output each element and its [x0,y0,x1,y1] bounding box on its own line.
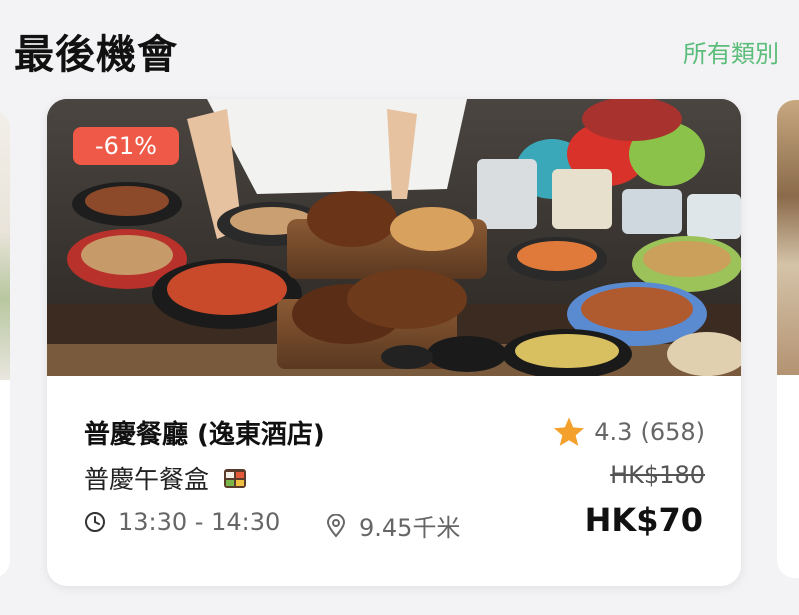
bento-box-icon [223,466,247,496]
deal-photo: -61% [47,99,741,376]
time-window: 13:30 - 14:30 [84,508,280,536]
deal-name: 普慶午餐盒 [84,460,247,496]
previous-deal-photo [0,110,10,380]
rating: 4.3 (658) [552,416,705,448]
review-count: (658) [640,418,705,446]
time-text: 13:30 - 14:30 [118,508,281,536]
distance-text: 9.45千米 [359,514,461,542]
section-title: 最後機會 [14,32,178,78]
discount-badge: -61% [73,127,179,165]
star-icon [554,417,585,446]
deal-info: 普慶餐廳 (逸東酒店) 普慶午餐盒 13:30 - 14:30 9.45千米 4… [47,376,741,586]
all-categories-link[interactable]: 所有類別 [683,34,779,69]
rating-value: 4.3 [594,418,633,446]
restaurant-name: 普慶餐廳 (逸東酒店) [84,420,325,450]
location-pin-icon [326,513,346,538]
deal-card[interactable]: -61% 普慶餐廳 (逸東酒店) 普慶午餐盒 13:30 - 14:30 9.4… [47,99,741,586]
next-deal-card[interactable] [777,100,799,578]
clock-icon [85,512,105,532]
original-price: HK$180 [610,461,705,489]
previous-deal-card[interactable] [0,110,10,578]
distance: 9.45千米 [325,508,460,543]
deal-name-text: 普慶午餐盒 [84,465,210,494]
deal-price: HK$70 [584,501,703,539]
next-deal-photo [777,100,799,375]
